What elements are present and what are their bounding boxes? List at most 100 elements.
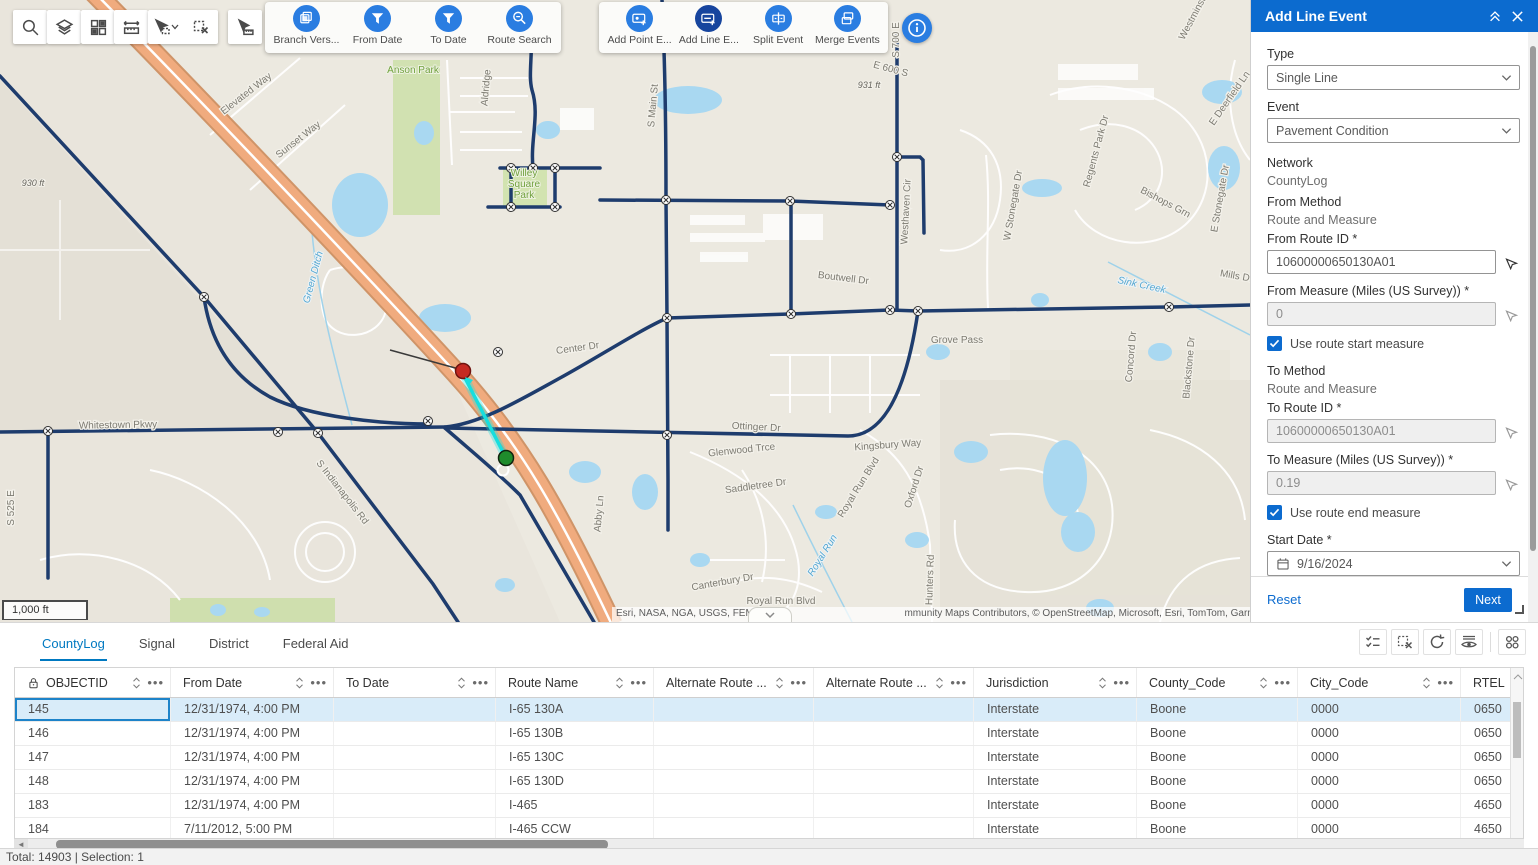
column-header-alternate-route-[interactable]: Alternate Route ...••• bbox=[814, 668, 974, 697]
table-cell[interactable]: I-465 bbox=[496, 794, 654, 817]
table-cell[interactable]: Boone bbox=[1137, 698, 1298, 721]
column-header-alternate-route-[interactable]: Alternate Route ...••• bbox=[654, 668, 814, 697]
table-cell[interactable]: 147 bbox=[15, 746, 171, 769]
table-cell[interactable]: 12/31/1974, 4:00 PM bbox=[171, 794, 334, 817]
basemap-gallery-button[interactable] bbox=[81, 10, 115, 44]
table-cell[interactable]: 0000 bbox=[1298, 770, 1461, 793]
table-cell[interactable]: Interstate bbox=[974, 722, 1137, 745]
table-cell[interactable]: 12/31/1974, 4:00 PM bbox=[171, 722, 334, 745]
table-cell[interactable] bbox=[654, 818, 814, 839]
table-row[interactable]: 14812/31/1974, 4:00 PM I-65 130D Interstat… bbox=[15, 770, 1523, 794]
refresh-button[interactable] bbox=[1423, 629, 1451, 655]
tab-federal-aid[interactable]: Federal Aid bbox=[281, 630, 351, 661]
table-cell[interactable]: 7/11/2012, 5:00 PM bbox=[171, 818, 334, 839]
filter-button[interactable]: From Date bbox=[343, 5, 413, 46]
info-button[interactable] bbox=[902, 13, 932, 43]
route-selection-tool-button[interactable] bbox=[228, 10, 262, 44]
table-row[interactable]: 14712/31/1974, 4:00 PM I-65 130C Interstat… bbox=[15, 746, 1523, 770]
table-cell[interactable]: 145 bbox=[15, 698, 171, 721]
column-header-city-code[interactable]: City_Code••• bbox=[1298, 668, 1461, 697]
panel-scrollbar[interactable] bbox=[1528, 32, 1538, 622]
table-row[interactable]: 14512/31/1974, 4:00 PM I-65 130A Interstat… bbox=[15, 698, 1523, 722]
table-cell[interactable]: I-465 CCW bbox=[496, 818, 654, 839]
pick-to-measure-on-map-button[interactable] bbox=[1502, 474, 1520, 492]
sort-icon[interactable] bbox=[775, 677, 784, 689]
merge-events-button[interactable]: Merge Events bbox=[813, 5, 882, 46]
column-menu-icon[interactable]: ••• bbox=[147, 675, 164, 690]
table-cell[interactable] bbox=[814, 722, 974, 745]
table-cell[interactable]: I-65 130A bbox=[496, 698, 654, 721]
panel-resize-handle[interactable] bbox=[1515, 605, 1524, 614]
sort-icon[interactable] bbox=[295, 677, 304, 689]
tab-signal[interactable]: Signal bbox=[137, 630, 177, 661]
table-cell[interactable]: 12/31/1974, 4:00 PM bbox=[171, 770, 334, 793]
table-cell[interactable]: 12/31/1974, 4:00 PM bbox=[171, 698, 334, 721]
table-cell[interactable]: 0000 bbox=[1298, 818, 1461, 839]
from-measure-input[interactable] bbox=[1267, 302, 1496, 326]
table-cell[interactable] bbox=[814, 746, 974, 769]
table-cell[interactable]: Boone bbox=[1137, 770, 1298, 793]
event-select[interactable]: Pavement Condition bbox=[1267, 118, 1520, 143]
column-menu-icon[interactable]: ••• bbox=[950, 675, 967, 690]
column-menu-icon[interactable]: ••• bbox=[1113, 675, 1130, 690]
column-header-county-code[interactable]: County_Code••• bbox=[1137, 668, 1298, 697]
table-row[interactable]: 1847/11/2012, 5:00 PMI-465 CCWInterstate… bbox=[15, 818, 1523, 839]
column-menu-icon[interactable]: ••• bbox=[1274, 675, 1291, 690]
show-selection-button[interactable] bbox=[1359, 629, 1387, 655]
table-cell[interactable]: 184 bbox=[15, 818, 171, 839]
table-cell[interactable]: Boone bbox=[1137, 746, 1298, 769]
collapse-panel-button[interactable] bbox=[1484, 5, 1506, 27]
split-event-button[interactable]: Split Event bbox=[744, 5, 813, 46]
table-cell[interactable]: Interstate bbox=[974, 698, 1137, 721]
table-cell[interactable]: I-65 130B bbox=[496, 722, 654, 745]
table-cell[interactable]: Interstate bbox=[974, 770, 1137, 793]
table-cell[interactable]: Boone bbox=[1137, 794, 1298, 817]
table-cell[interactable] bbox=[654, 794, 814, 817]
clear-selection-button[interactable] bbox=[183, 10, 218, 44]
pick-to-route-on-map-button[interactable] bbox=[1502, 422, 1520, 440]
table-cell[interactable] bbox=[814, 698, 974, 721]
map-canvas[interactable]: Elevated WaySunset WayAnson ParkAldridge… bbox=[0, 0, 1250, 622]
column-menu-icon[interactable]: ••• bbox=[472, 675, 489, 690]
options-grid-button[interactable] bbox=[1498, 629, 1526, 655]
filter-button[interactable]: To Date bbox=[414, 5, 484, 46]
table-cell[interactable] bbox=[814, 818, 974, 839]
column-header-objectid[interactable]: OBJECTID••• bbox=[15, 668, 171, 697]
column-header-to-date[interactable]: To Date••• bbox=[334, 668, 496, 697]
sort-icon[interactable] bbox=[1098, 677, 1107, 689]
select-features-button[interactable] bbox=[148, 10, 183, 44]
table-cell[interactable]: 0000 bbox=[1298, 746, 1461, 769]
sort-icon[interactable] bbox=[1259, 677, 1268, 689]
table-cell[interactable] bbox=[334, 722, 496, 745]
column-header-route-name[interactable]: Route Name••• bbox=[496, 668, 654, 697]
route-search-button[interactable]: Route Search bbox=[485, 5, 555, 46]
table-cell[interactable] bbox=[654, 698, 814, 721]
add-point-event-button[interactable]: Add Point E... bbox=[605, 5, 674, 46]
table-cell[interactable]: 0000 bbox=[1298, 722, 1461, 745]
to-route-id-input[interactable] bbox=[1267, 419, 1496, 443]
table-cell[interactable]: 148 bbox=[15, 770, 171, 793]
sort-icon[interactable] bbox=[132, 677, 141, 689]
column-header-jurisdiction[interactable]: Jurisdiction••• bbox=[974, 668, 1137, 697]
attribution-collapse-button[interactable] bbox=[748, 607, 792, 622]
next-button[interactable]: Next bbox=[1464, 588, 1512, 612]
table-cell[interactable]: I-65 130C bbox=[496, 746, 654, 769]
table-cell[interactable]: 0000 bbox=[1298, 794, 1461, 817]
type-select[interactable]: Single Line bbox=[1267, 65, 1520, 90]
column-menu-icon[interactable]: ••• bbox=[1437, 675, 1454, 690]
table-cell[interactable]: I-65 130D bbox=[496, 770, 654, 793]
clear-selection-button[interactable] bbox=[1391, 629, 1419, 655]
sort-icon[interactable] bbox=[457, 677, 466, 689]
sort-icon[interactable] bbox=[615, 677, 624, 689]
table-cell[interactable]: 12/31/1974, 4:00 PM bbox=[171, 746, 334, 769]
close-panel-button[interactable] bbox=[1506, 5, 1528, 27]
table-cell[interactable]: Interstate bbox=[974, 746, 1137, 769]
table-row[interactable]: 18312/31/1974, 4:00 PMI-465InterstateBoo… bbox=[15, 794, 1523, 818]
table-cell[interactable]: 0000 bbox=[1298, 698, 1461, 721]
add-line-event-button[interactable]: Add Line E... bbox=[674, 5, 743, 46]
hide-fields-button[interactable] bbox=[1455, 629, 1483, 655]
reset-button[interactable]: Reset bbox=[1267, 592, 1301, 607]
pick-from-measure-on-map-button[interactable] bbox=[1502, 305, 1520, 323]
column-menu-icon[interactable]: ••• bbox=[310, 675, 327, 690]
table-vertical-scrollbar[interactable] bbox=[1510, 668, 1523, 838]
